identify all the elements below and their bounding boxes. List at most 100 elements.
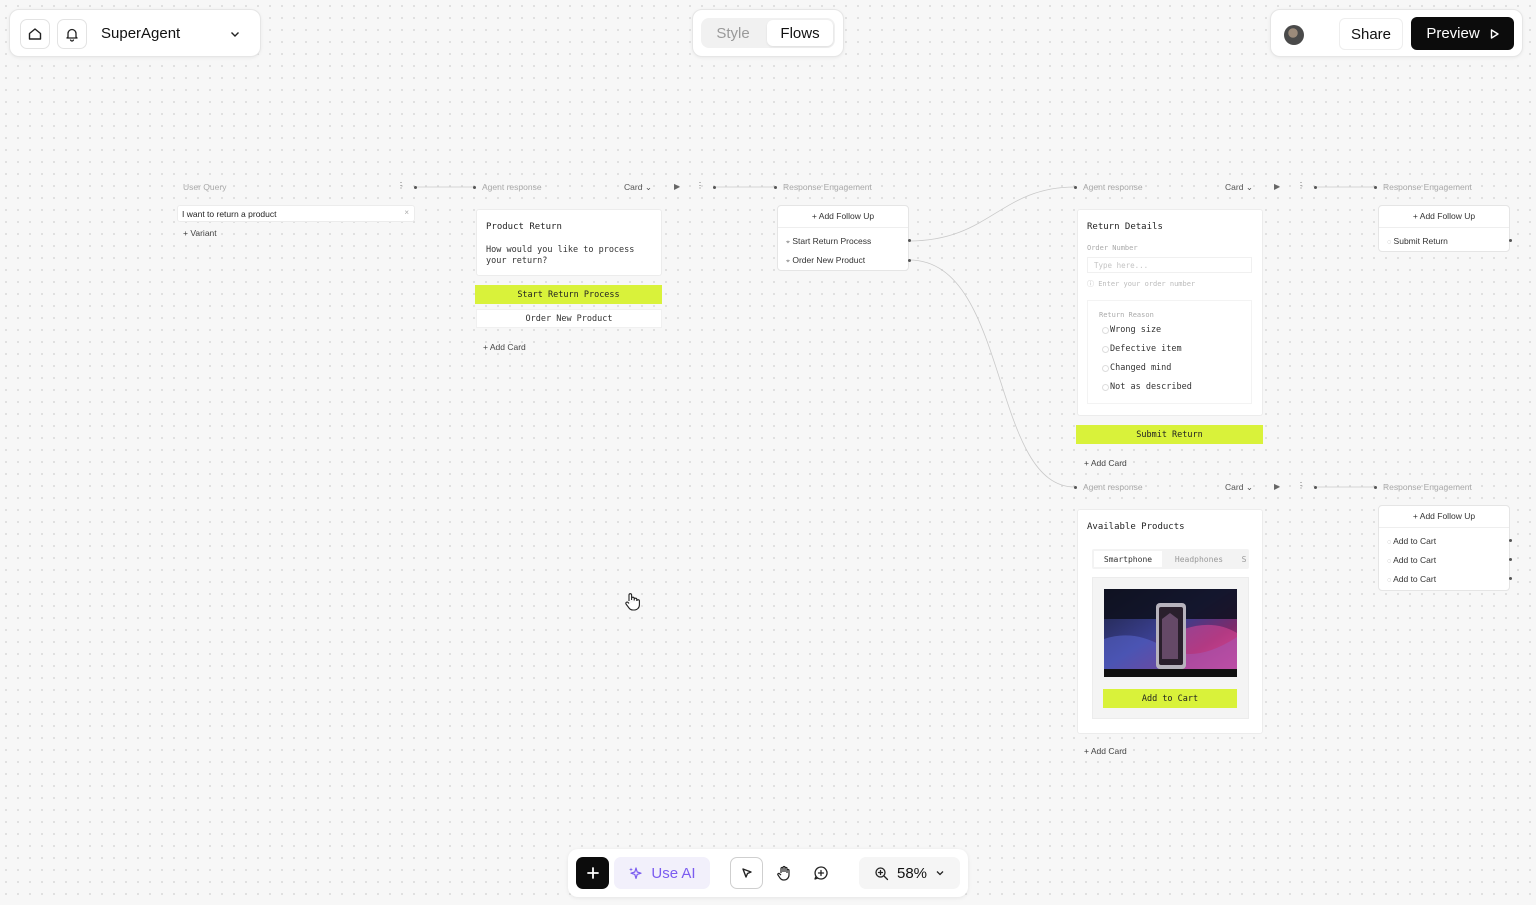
- start-return-button[interactable]: Start Return Process: [475, 285, 662, 304]
- divider: [778, 227, 908, 228]
- connector-handle[interactable]: [713, 186, 716, 189]
- card-type-select[interactable]: Card ⌄: [1225, 482, 1253, 493]
- add-card-label: Add Card: [1090, 746, 1127, 756]
- play-icon[interactable]: ▶: [1274, 482, 1280, 491]
- preview-button[interactable]: Preview: [1411, 17, 1514, 50]
- order-number-placeholder: Type here...: [1094, 261, 1149, 270]
- use-ai-button[interactable]: Use AI: [614, 857, 710, 889]
- order-number-label: Order Number: [1087, 244, 1138, 252]
- hand-icon: [776, 865, 790, 881]
- submit-return-button[interactable]: Submit Return: [1076, 425, 1263, 444]
- notifications-button[interactable]: [57, 19, 87, 49]
- home-button[interactable]: [20, 19, 50, 49]
- add-follow-up-button[interactable]: + Add Follow Up: [1379, 511, 1509, 521]
- connector-handle[interactable]: [1074, 186, 1077, 189]
- engagement-item[interactable]: ⌖ Order New Product: [786, 255, 865, 266]
- mode-switcher-panel: Style Flows: [692, 9, 844, 57]
- divider: [1379, 227, 1509, 228]
- card-title: Available Products: [1087, 522, 1185, 532]
- hand-tool-button[interactable]: [767, 857, 800, 889]
- avatar[interactable]: [1284, 25, 1304, 45]
- zoom-in-icon: [875, 866, 889, 880]
- preview-label: Preview: [1426, 25, 1480, 42]
- product-return-card[interactable]: Product Return How would you like to pro…: [476, 209, 662, 276]
- add-card-button[interactable]: + Add Card: [1084, 458, 1127, 468]
- connector-handle[interactable]: [1314, 486, 1317, 489]
- radio-defective-item[interactable]: [1102, 346, 1109, 353]
- add-card-button[interactable]: + Add Card: [483, 342, 526, 352]
- order-number-input[interactable]: Type here...: [1087, 257, 1252, 273]
- order-new-product-button[interactable]: Order New Product: [476, 309, 662, 328]
- zoom-control[interactable]: 58%: [859, 857, 960, 889]
- tab-flows[interactable]: Flows: [767, 20, 833, 46]
- plus-icon: +: [1412, 211, 1420, 221]
- add-follow-up-button[interactable]: + Add Follow Up: [1379, 211, 1509, 221]
- select-tool-button[interactable]: [730, 857, 763, 889]
- engagement-item-label: Add to Cart: [1393, 574, 1437, 584]
- connector-handle[interactable]: [473, 186, 476, 189]
- engagement-item[interactable]: ⌖ Start Return Process: [786, 236, 871, 247]
- connector-handle[interactable]: [1374, 186, 1377, 189]
- radio-not-as-described[interactable]: [1102, 384, 1109, 391]
- connector-handle[interactable]: [1374, 486, 1377, 489]
- add-to-cart-button[interactable]: Add to Cart: [1103, 689, 1237, 708]
- radio-wrong-size[interactable]: [1102, 327, 1109, 334]
- connector-handle[interactable]: [1509, 239, 1512, 242]
- more-options-icon[interactable]: ⋮: [696, 181, 704, 190]
- order-number-hint: ⓘ Enter your order number: [1087, 279, 1195, 289]
- engagement-item[interactable]: ◌ Submit Return: [1387, 236, 1448, 246]
- connector-handle[interactable]: [414, 186, 417, 189]
- project-name[interactable]: SuperAgent: [101, 25, 180, 42]
- share-button[interactable]: Share: [1339, 18, 1403, 50]
- clear-icon[interactable]: ×: [404, 208, 409, 217]
- connector-handle[interactable]: [1509, 558, 1512, 561]
- home-icon: [28, 28, 42, 40]
- add-follow-up-button[interactable]: + Add Follow Up: [778, 211, 908, 221]
- add-node-button[interactable]: [576, 857, 609, 889]
- agent-response-label: Agent response: [1083, 482, 1143, 492]
- connector-handle[interactable]: [908, 239, 911, 242]
- chevron-down-icon[interactable]: [229, 28, 241, 40]
- engagement-item-label: Order New Product: [792, 255, 866, 265]
- product-tabs: Smartphone Headphones S: [1092, 549, 1249, 569]
- connector-handle[interactable]: [1509, 539, 1512, 542]
- engagement-box: + Add Follow Up ⌖ Start Return Process ⌖…: [777, 205, 909, 271]
- plus-icon: [586, 867, 599, 879]
- add-variant-button[interactable]: + Variant: [183, 228, 217, 238]
- more-options-icon[interactable]: ⋮: [397, 181, 405, 190]
- engagement-item[interactable]: ◌ Add to Cart: [1387, 555, 1436, 565]
- engagement-item[interactable]: ◌ Add to Cart: [1387, 574, 1436, 584]
- radio-label: Changed mind: [1110, 363, 1172, 373]
- engagement-box: + Add Follow Up ◌ Submit Return: [1378, 205, 1510, 252]
- submit-icon: ◌: [1387, 558, 1392, 565]
- card-type-select[interactable]: Card ⌄: [1225, 182, 1253, 193]
- mode-switcher: Style Flows: [701, 18, 835, 48]
- available-products-card[interactable]: Available Products Smartphone Headphones…: [1077, 509, 1263, 734]
- tab-more[interactable]: S: [1238, 551, 1249, 567]
- submit-icon: ◌: [1387, 239, 1392, 246]
- tab-headphones[interactable]: Headphones: [1164, 551, 1234, 567]
- order-hint-text: Enter your order number: [1098, 280, 1196, 288]
- more-options-icon[interactable]: ⋮: [1297, 181, 1305, 190]
- connector-handle[interactable]: [774, 186, 777, 189]
- more-options-icon[interactable]: ⋮: [1297, 481, 1305, 490]
- connector-handle[interactable]: [1314, 186, 1317, 189]
- add-card-button[interactable]: + Add Card: [1084, 746, 1127, 756]
- connector-handle[interactable]: [1509, 577, 1512, 580]
- radio-label: Wrong size: [1110, 325, 1162, 335]
- play-icon[interactable]: ▶: [674, 182, 680, 191]
- engagement-item[interactable]: ◌ Add to Cart: [1387, 536, 1436, 546]
- connector-handle[interactable]: [1074, 486, 1077, 489]
- connector-handle[interactable]: [908, 259, 911, 262]
- comment-tool-button[interactable]: [804, 857, 837, 889]
- engagement-label: Response Engagement: [1383, 182, 1472, 192]
- user-query-input[interactable]: I want to return a product ×: [177, 205, 415, 222]
- radio-label: Defective item: [1110, 344, 1182, 354]
- radio-changed-mind[interactable]: [1102, 365, 1109, 372]
- play-icon[interactable]: ▶: [1274, 182, 1280, 191]
- card-type-select[interactable]: Card ⌄: [624, 182, 652, 193]
- tab-smartphone[interactable]: Smartphone: [1094, 551, 1162, 567]
- tab-style[interactable]: Style: [703, 20, 763, 46]
- plus-icon: +: [1084, 746, 1091, 756]
- return-details-card[interactable]: Return Details Order Number Type here...…: [1077, 209, 1263, 416]
